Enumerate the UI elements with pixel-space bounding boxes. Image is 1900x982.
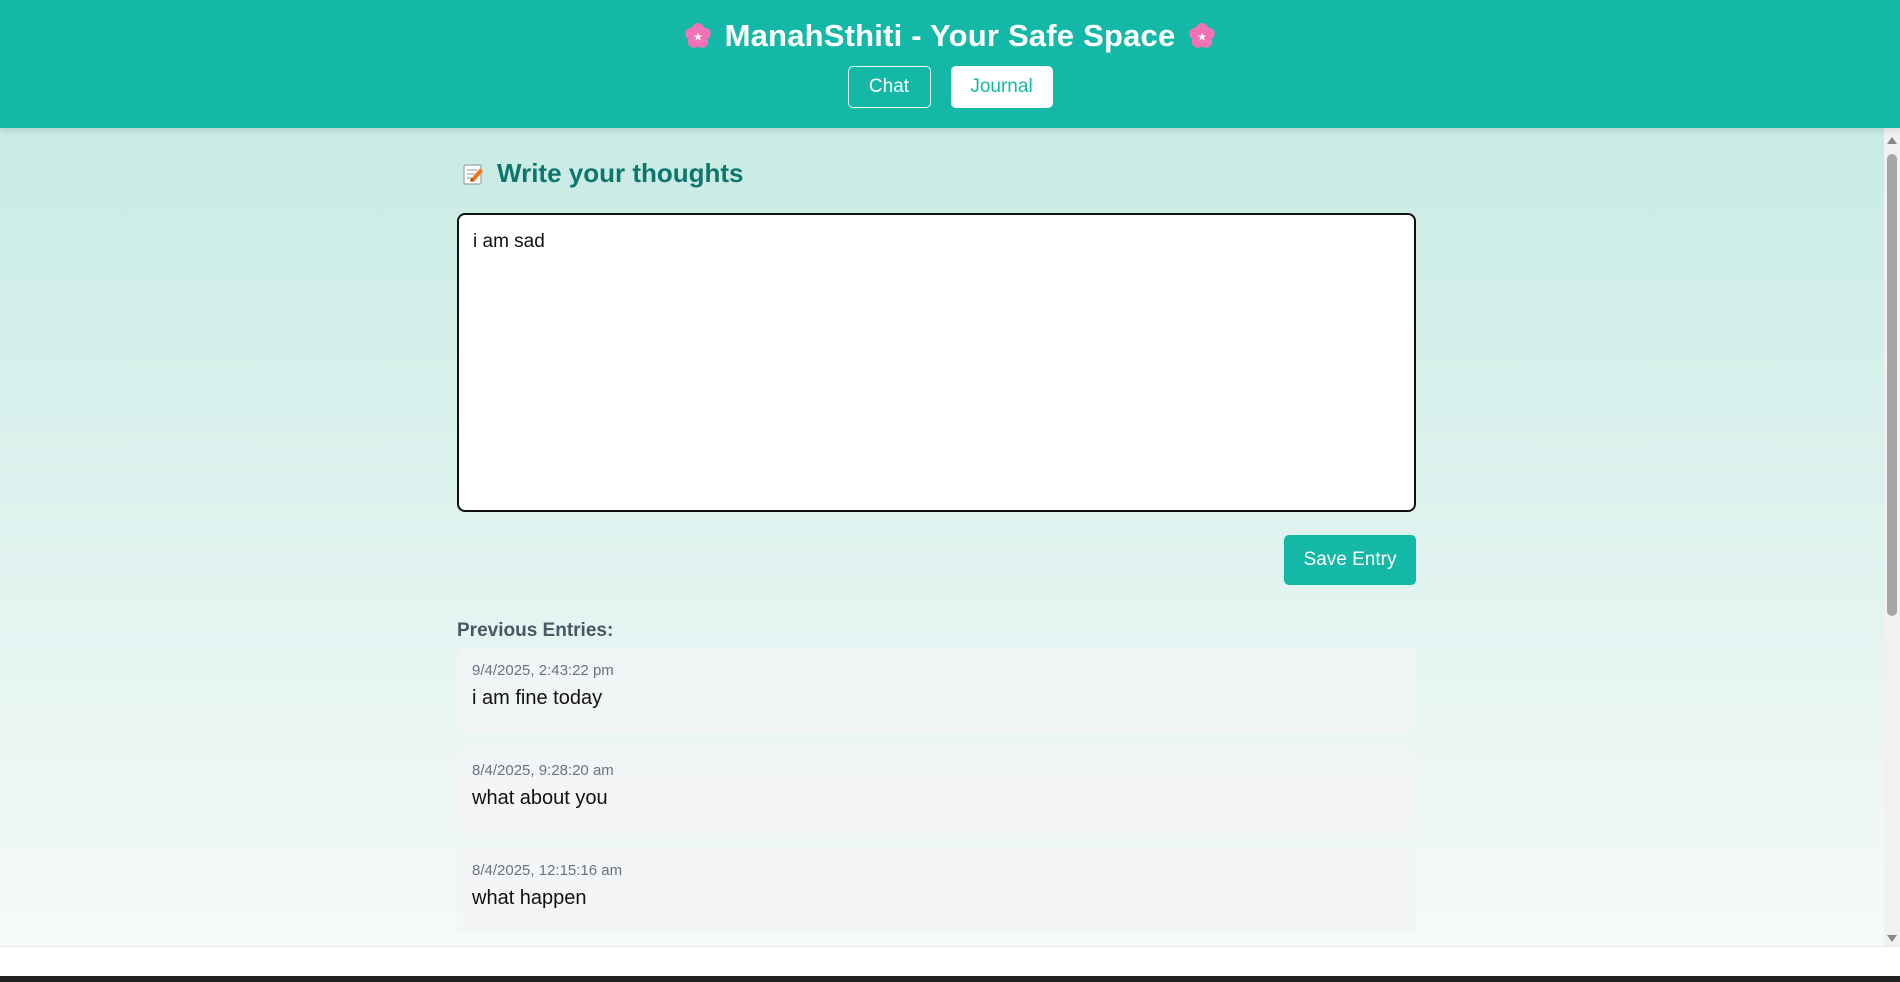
scroll-thumb[interactable]	[1887, 154, 1897, 616]
entry-text: what happen	[472, 887, 587, 909]
title-row: ★ ManahSthiti - Your Safe Space ★	[0, 18, 1900, 54]
save-entry-button[interactable]: Save Entry	[1284, 535, 1416, 585]
cherry-blossom-icon: ★	[683, 21, 713, 51]
window-bottom-edge	[0, 976, 1900, 982]
bottom-bar	[0, 946, 1900, 977]
entries-list: 9/4/2025, 2:43:22 pm i am fine today 8/4…	[457, 648, 1416, 946]
scrollbar[interactable]	[1884, 128, 1900, 946]
svg-text:★: ★	[693, 31, 703, 44]
list-item: 8/4/2025, 9:28:20 am what about you	[457, 748, 1416, 833]
scroll-up-arrow-icon[interactable]	[1887, 137, 1897, 144]
entry-text: i am fine today	[472, 687, 603, 709]
journal-textarea[interactable]: i am sad	[457, 213, 1416, 512]
list-item: 8/4/2025, 12:15:16 am what happen	[457, 848, 1416, 933]
tab-chat[interactable]: Chat	[847, 66, 931, 108]
journal-page: Write your thoughts i am sad Save Entry …	[0, 128, 1884, 946]
previous-entries-label: Previous Entries:	[457, 620, 614, 641]
entry-text: what about you	[472, 787, 608, 809]
journal-heading: Write your thoughts	[461, 158, 744, 189]
entry-timestamp: 8/4/2025, 9:28:20 am	[472, 762, 614, 779]
entry-timestamp: 8/4/2025, 12:15:16 am	[472, 862, 623, 879]
list-item: 9/4/2025, 2:43:22 pm i am fine today	[457, 648, 1416, 733]
nav-tabs: Chat Journal	[0, 66, 1900, 108]
app-title: ManahSthiti - Your Safe Space	[724, 18, 1176, 53]
scroll-down-arrow-icon[interactable]	[1887, 935, 1897, 942]
page-title: Write your thoughts	[497, 158, 744, 188]
svg-text:★: ★	[1197, 31, 1207, 44]
entry-timestamp: 9/4/2025, 2:43:22 pm	[472, 662, 614, 679]
memo-icon	[463, 163, 483, 185]
tab-journal[interactable]: Journal	[950, 66, 1053, 108]
cherry-blossom-icon: ★	[1187, 21, 1217, 51]
app-header: ★ ManahSthiti - Your Safe Space ★ Chat J…	[0, 0, 1900, 128]
